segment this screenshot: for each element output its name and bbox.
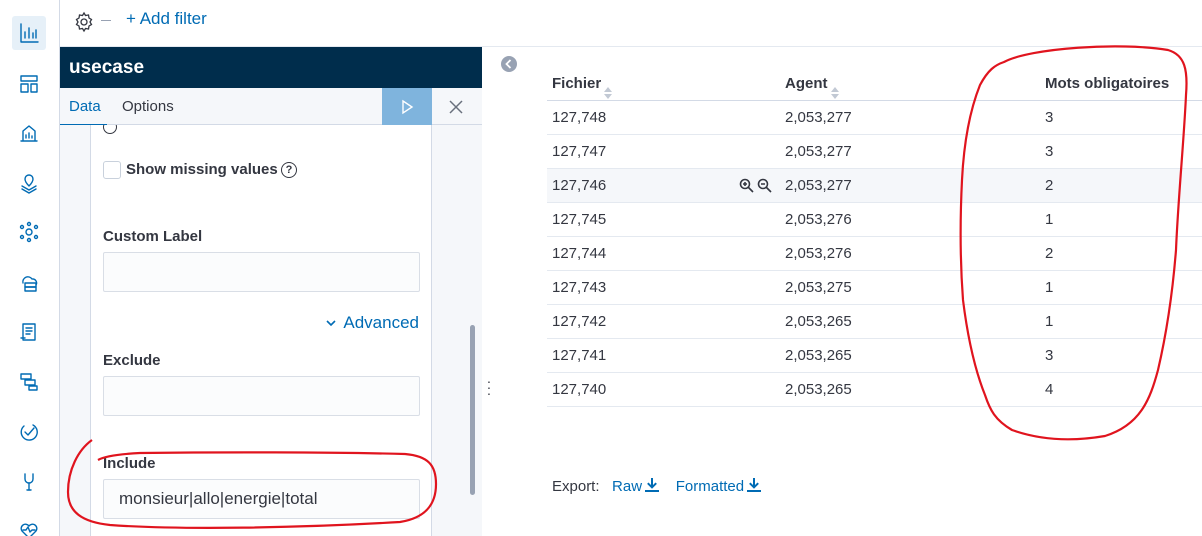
visualization-editor: usecase Data Options Show missing values… — [60, 47, 482, 536]
add-filter-button[interactable]: + Add filter — [126, 9, 207, 29]
cell-fichier: 127,745 — [552, 211, 607, 228]
editor-tabs: Data Options — [60, 88, 482, 126]
export-formatted-link[interactable]: Formatted — [676, 478, 762, 495]
visualize-icon[interactable] — [12, 16, 46, 50]
cell-fichier: 127,748 — [552, 109, 607, 126]
exclude-input[interactable] — [103, 376, 420, 416]
apm-icon[interactable] — [17, 370, 41, 394]
zoom-in-icon[interactable] — [739, 178, 754, 193]
export-label: Export: — [552, 478, 600, 495]
table-row: 127,748 2,053,277 3 — [547, 101, 1202, 135]
cell-mots-obligatoires: 3 — [1045, 347, 1054, 364]
maps-icon[interactable] — [17, 171, 41, 195]
cell-agent: 2,053,276 — [785, 245, 852, 262]
include-label: Include — [103, 455, 156, 472]
cell-mots-obligatoires: 1 — [1045, 313, 1054, 330]
table-row: 127,744 2,053,276 2 — [547, 237, 1202, 271]
tab-options[interactable]: Options — [122, 98, 174, 115]
show-missing-checkbox[interactable] — [103, 161, 121, 179]
cell-fichier: 127,743 — [552, 279, 607, 296]
show-missing-label: Show missing values — [126, 161, 278, 178]
help-icon[interactable]: ? — [281, 162, 297, 178]
table-body: 127,748 2,053,277 3 127,747 2,053,277 3 127,74… — [547, 101, 1202, 407]
sort-icon — [604, 78, 613, 100]
table-row: 127,746 2,053,277 2 — [547, 169, 1202, 203]
cell-mots-obligatoires: 1 — [1045, 211, 1054, 228]
cell-agent: 2,053,277 — [785, 109, 852, 126]
data-table: Fichier Agent Mots obligatoires 127,748 2… — [547, 67, 1202, 407]
cell-mots-obligatoires: 3 — [1045, 109, 1054, 126]
cell-agent: 2,053,265 — [785, 381, 852, 398]
dev-tools-icon[interactable] — [17, 470, 41, 494]
cell-agent: 2,053,277 — [785, 177, 852, 194]
filter-bar: + Add filter — [60, 0, 1202, 47]
update-button[interactable] — [382, 88, 432, 125]
custom-label-label: Custom Label — [103, 228, 203, 245]
side-nav — [0, 0, 60, 536]
column-header-fichier[interactable]: Fichier — [552, 67, 613, 101]
table-row: 127,745 2,053,276 1 — [547, 203, 1202, 237]
tab-data[interactable]: Data — [60, 98, 107, 126]
cell-agent: 2,053,265 — [785, 313, 852, 330]
ml-icon[interactable] — [17, 220, 41, 244]
cell-fichier: 127,747 — [552, 143, 607, 160]
sort-icon — [830, 78, 839, 100]
chevron-down-icon — [326, 320, 336, 327]
advanced-toggle[interactable]: Advanced — [325, 313, 419, 333]
cell-agent: 2,053,265 — [785, 347, 852, 364]
download-icon — [645, 478, 660, 492]
uptime-icon[interactable] — [17, 420, 41, 444]
table-row: 127,742 2,053,265 1 — [547, 305, 1202, 339]
resize-handle[interactable]: · · · — [486, 374, 492, 400]
cell-filter-actions — [739, 178, 772, 193]
discard-button[interactable] — [448, 99, 464, 115]
cell-mots-obligatoires: 2 — [1045, 177, 1054, 194]
advanced-label: Advanced — [343, 313, 419, 332]
editor-body: Show missing values ? Custom Label Advan… — [60, 125, 482, 536]
table-header: Fichier Agent Mots obligatoires — [547, 67, 1202, 101]
export-bar: Export: Raw Formatted — [552, 478, 762, 495]
gear-icon[interactable] — [73, 11, 95, 33]
cell-fichier: 127,741 — [552, 347, 607, 364]
custom-label-input[interactable] — [103, 252, 420, 292]
table-row: 127,743 2,053,275 1 — [547, 271, 1202, 305]
infrastructure-icon[interactable] — [17, 270, 41, 294]
cell-fichier: 127,746 — [552, 177, 607, 194]
export-raw-link[interactable]: Raw — [612, 478, 660, 495]
download-icon — [747, 478, 762, 492]
dashboard-icon[interactable] — [17, 72, 41, 96]
column-header-agent[interactable]: Agent — [785, 67, 839, 101]
table-row: 127,741 2,053,265 3 — [547, 339, 1202, 373]
zoom-out-icon[interactable] — [757, 178, 772, 193]
cell-mots-obligatoires: 3 — [1045, 143, 1054, 160]
table-row: 127,740 2,053,265 4 — [547, 373, 1202, 407]
cell-fichier: 127,740 — [552, 381, 607, 398]
logs-icon[interactable] — [17, 320, 41, 344]
play-icon — [402, 99, 414, 114]
table-row: 127,747 2,053,277 3 — [547, 135, 1202, 169]
cell-agent: 2,053,275 — [785, 279, 852, 296]
canvas-icon[interactable] — [17, 121, 41, 145]
exclude-label: Exclude — [103, 352, 161, 369]
include-input[interactable]: monsieur|allo|energie|total — [103, 479, 420, 519]
scrollbar[interactable] — [470, 325, 475, 495]
aggregation-panel: Show missing values ? Custom Label Advan… — [90, 125, 432, 536]
collapse-sidebar-icon[interactable] — [500, 55, 518, 73]
cell-mots-obligatoires: 2 — [1045, 245, 1054, 262]
column-header-mots-obligatoires[interactable]: Mots obligatoires — [1045, 67, 1169, 101]
cell-agent: 2,053,276 — [785, 211, 852, 228]
divider — [101, 20, 111, 21]
close-icon — [449, 100, 463, 114]
cell-fichier: 127,744 — [552, 245, 607, 262]
cell-mots-obligatoires: 1 — [1045, 279, 1054, 296]
monitoring-icon[interactable] — [17, 518, 41, 536]
cell-agent: 2,053,277 — [785, 143, 852, 160]
cell-mots-obligatoires: 4 — [1045, 381, 1054, 398]
field-icon — [103, 125, 117, 134]
cell-fichier: 127,742 — [552, 313, 607, 330]
editor-title: usecase — [60, 47, 482, 88]
